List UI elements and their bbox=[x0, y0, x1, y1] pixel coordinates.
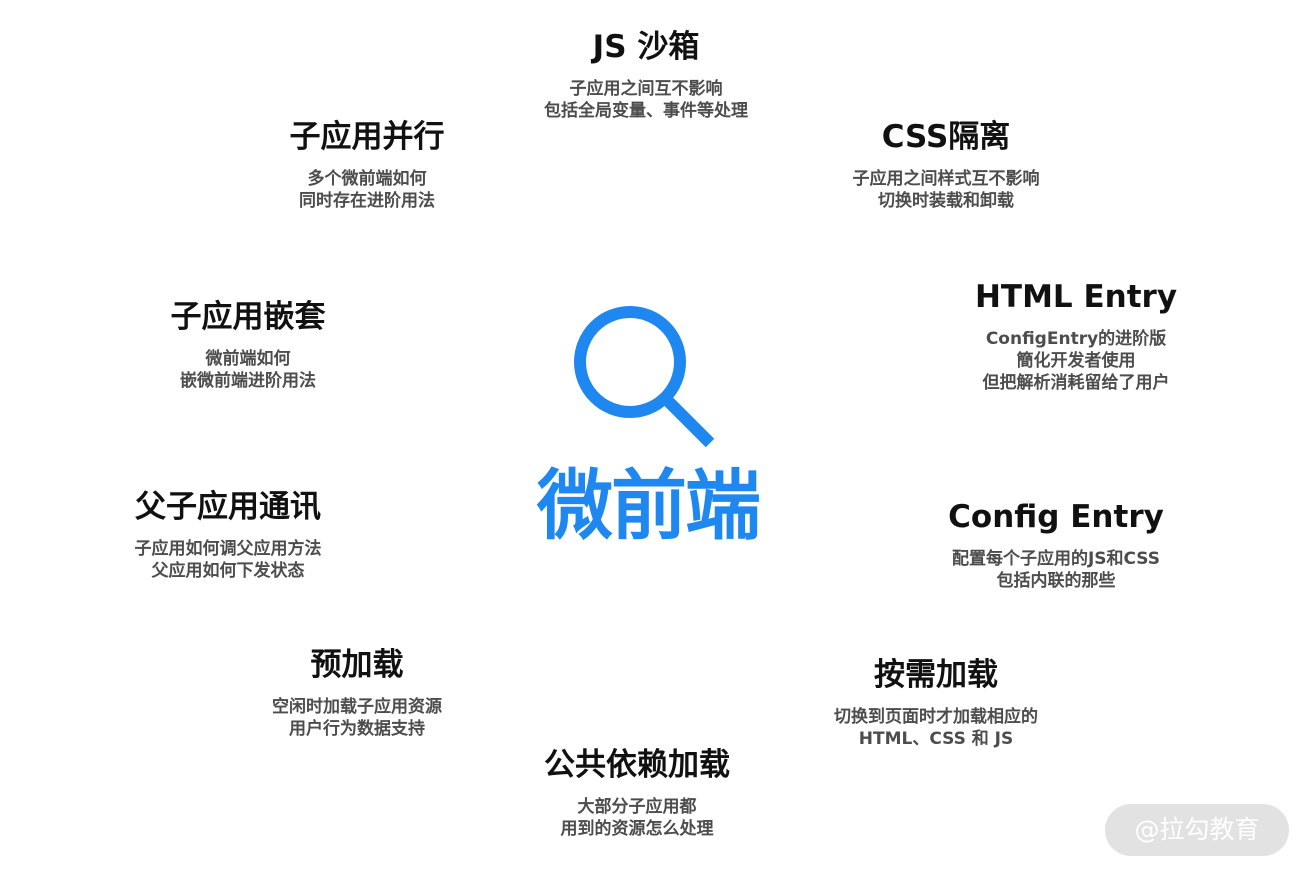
feature-title: 父子应用通讯 bbox=[135, 489, 321, 525]
feature-js-sandbox: JS 沙箱 子应用之间互不影响 包括全局变量、事件等处理 bbox=[544, 29, 748, 122]
feature-desc-line: 同时存在进阶用法 bbox=[299, 190, 435, 211]
feature-title: 预加载 bbox=[310, 647, 404, 683]
feature-desc-line: 大部分子应用都 bbox=[577, 796, 697, 817]
center-hub: 微前端 bbox=[537, 300, 761, 550]
feature-desc-line: 微前端如何 bbox=[205, 348, 291, 369]
feature-desc-line: 子应用之间互不影响 bbox=[569, 78, 723, 99]
feature-desc-line: 父应用如何下发状态 bbox=[151, 560, 305, 581]
feature-title: JS 沙箱 bbox=[592, 29, 700, 65]
feature-desc-line: 嵌微前端进阶用法 bbox=[180, 370, 316, 391]
feature-desc-line: 子应用如何调父应用方法 bbox=[134, 538, 322, 559]
feature-parallel: 子应用并行 多个微前端如何 同时存在进阶用法 bbox=[289, 119, 445, 212]
feature-title: 子应用嵌套 bbox=[170, 299, 326, 335]
feature-config-entry: Config Entry 配置每个子应用的JS和CSS 包括内联的那些 bbox=[948, 499, 1164, 592]
search-icon bbox=[574, 306, 715, 448]
feature-desc-line: 切换时装载和卸载 bbox=[878, 190, 1014, 211]
feature-desc-line: 但把解析消耗留给了用户 bbox=[982, 372, 1170, 393]
feature-desc-line: 用到的资源怎么处理 bbox=[560, 818, 714, 839]
center-title: 微前端 bbox=[537, 461, 761, 550]
feature-css-isolation: CSS隔离 子应用之间样式互不影响 切换时装载和卸载 bbox=[852, 119, 1040, 212]
feature-title: 子应用并行 bbox=[289, 119, 445, 155]
feature-desc-line: 多个微前端如何 bbox=[307, 168, 427, 189]
feature-parent-child-comm: 父子应用通讯 子应用如何调父应用方法 父应用如何下发状态 bbox=[134, 489, 322, 582]
feature-html-entry: HTML Entry ConfigEntry的进阶版 簡化开发者使用 但把解析消… bbox=[974, 279, 1178, 394]
feature-desc-line: 空闲时加载子应用资源 bbox=[272, 696, 442, 717]
feature-desc-line: 切换到页面时才加载相应的 bbox=[834, 706, 1038, 727]
feature-desc-line: HTML、CSS 和 JS bbox=[858, 728, 1014, 749]
feature-desc-line: ConfigEntry的进阶版 bbox=[985, 328, 1167, 349]
feature-title: Config Entry bbox=[948, 499, 1164, 535]
feature-title: 按需加载 bbox=[874, 657, 998, 693]
feature-shared-deps: 公共依赖加载 大部分子应用都 用到的资源怎么处理 bbox=[544, 747, 730, 840]
feature-title: CSS隔离 bbox=[881, 119, 1011, 155]
feature-title: HTML Entry bbox=[974, 279, 1178, 315]
feature-nesting: 子应用嵌套 微前端如何 嵌微前端进阶用法 bbox=[170, 299, 326, 392]
feature-title: 公共依赖加载 bbox=[544, 747, 730, 783]
feature-desc-line: 包括全局变量、事件等处理 bbox=[544, 100, 748, 121]
feature-desc-line: 用户行为数据支持 bbox=[289, 718, 425, 739]
feature-desc-line: 子应用之间样式互不影响 bbox=[852, 168, 1040, 189]
feature-preload: 预加载 空闲时加载子应用资源 用户行为数据支持 bbox=[272, 647, 442, 740]
watermark-badge: @拉勾教育 bbox=[1105, 804, 1289, 856]
feature-desc-line: 配置每个子应用的JS和CSS bbox=[951, 548, 1161, 569]
feature-on-demand-loading: 按需加载 切换到页面时才加载相应的 HTML、CSS 和 JS bbox=[834, 657, 1038, 750]
feature-desc-line: 包括内联的那些 bbox=[996, 570, 1116, 591]
feature-desc-line: 簡化开发者使用 bbox=[1016, 350, 1136, 371]
